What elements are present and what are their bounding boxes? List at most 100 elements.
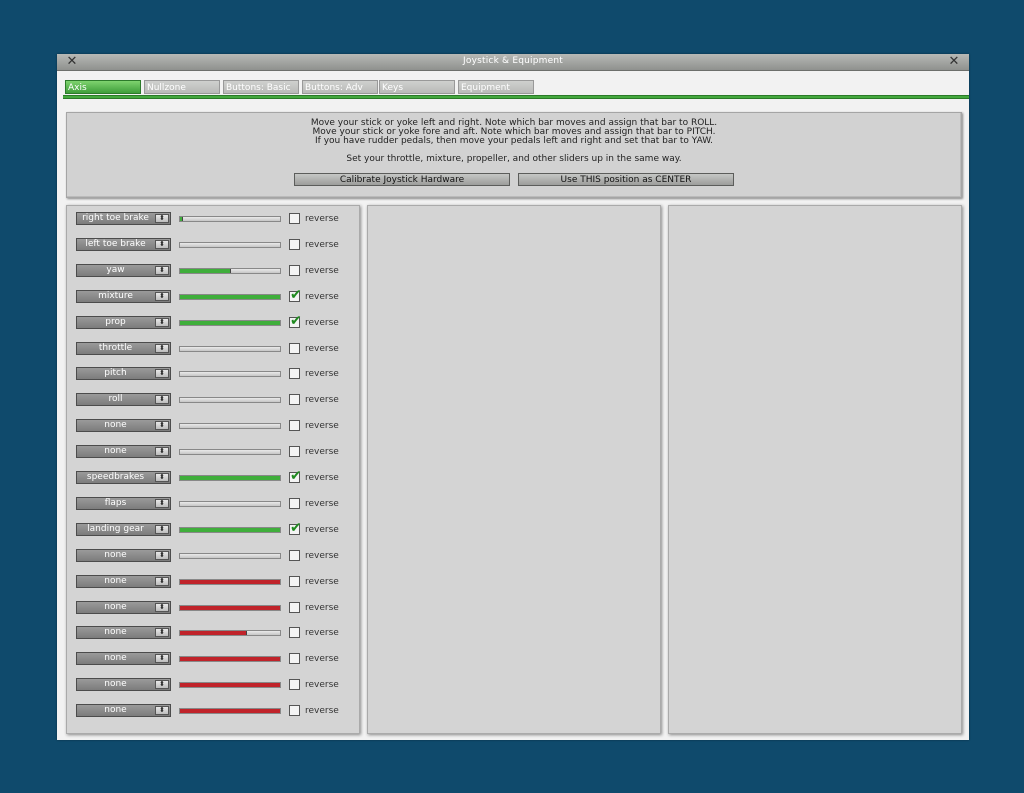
reverse-checkbox[interactable]	[289, 213, 300, 224]
axis-assignment-select[interactable]: pitch ⬍	[76, 367, 171, 381]
instruction-sliders: Set your throttle, mixture, propeller, a…	[346, 154, 682, 164]
updown-arrow-icon[interactable]: ⬍	[155, 239, 169, 249]
axis-level-bar	[179, 526, 281, 533]
reverse-label: reverse	[305, 291, 339, 302]
axis-assignment-select[interactable]: flaps ⬍	[76, 496, 171, 510]
axis-row: none ⬍ reverse	[67, 445, 339, 459]
reverse-checkbox[interactable]: ✔	[289, 288, 302, 302]
reverse-label: reverse	[305, 473, 339, 483]
reverse-label: reverse	[305, 421, 339, 432]
updown-arrow-icon[interactable]: ⬍	[155, 654, 169, 664]
axis-assignment-select[interactable]: roll ⬍	[76, 393, 171, 407]
axis-assignment-select[interactable]: throttle ⬍	[76, 341, 171, 355]
updown-arrow-icon[interactable]: ⬍	[155, 680, 169, 690]
tab-keys[interactable]: Keys	[379, 80, 455, 94]
use-center-button[interactable]: Use THIS position as CENTER	[518, 173, 734, 186]
reverse-checkbox[interactable]	[289, 575, 300, 587]
axis-assignment-select[interactable]: right toe brake ⬍	[76, 212, 171, 225]
reverse-checkbox[interactable]	[289, 238, 300, 250]
axis-assignment-select[interactable]: none ⬍	[76, 704, 171, 718]
axis-row: mixture ⬍ ✔ reverse	[67, 288, 339, 304]
updown-arrow-icon[interactable]: ⬍	[155, 265, 169, 275]
axis-row: none ⬍ reverse	[67, 419, 339, 433]
axis-level-fill	[180, 320, 280, 325]
axis-assignment-select[interactable]: mixture ⬍	[76, 289, 171, 303]
updown-arrow-icon[interactable]: ⬍	[155, 602, 169, 612]
axis-assignment-select[interactable]: none ⬍	[76, 600, 171, 614]
axis-assignment-select[interactable]: none ⬍	[76, 574, 171, 588]
updown-arrow-icon[interactable]: ⬍	[155, 550, 169, 560]
axis-level-bar	[179, 319, 281, 326]
axis-assignment-select[interactable]: speedbrakes ⬍	[76, 471, 171, 484]
updown-arrow-icon[interactable]: ⬍	[155, 524, 169, 534]
axis-assignment-label: none	[104, 420, 127, 431]
axis-level-bar	[179, 241, 281, 248]
axis-assignment-select[interactable]: prop ⬍	[76, 315, 171, 329]
reverse-checkbox[interactable]	[289, 497, 300, 509]
axis-assignment-label: flaps	[104, 497, 127, 508]
axis-assignment-select[interactable]: none ⬍	[76, 419, 171, 433]
reverse-checkbox[interactable]: ✔	[289, 314, 302, 328]
axis-level-bar	[179, 630, 281, 637]
reverse-checkbox[interactable]	[289, 420, 300, 432]
reverse-checkbox[interactable]	[289, 264, 300, 276]
axis-level-bar	[179, 475, 281, 481]
axis-level-bar	[179, 267, 281, 274]
reverse-checkbox[interactable]	[289, 368, 300, 380]
axis-level-fill	[180, 631, 247, 636]
tab-equipment[interactable]: Equipment	[458, 80, 534, 94]
tab-axis[interactable]: Axis	[65, 80, 141, 94]
reverse-checkbox[interactable]: ✔	[289, 519, 302, 536]
updown-arrow-icon[interactable]: ⬍	[155, 291, 169, 301]
updown-arrow-icon[interactable]: ⬍	[155, 706, 169, 716]
axis-row: throttle ⬍ reverse	[67, 341, 339, 356]
reverse-checkbox[interactable]	[289, 627, 300, 639]
updown-arrow-icon[interactable]: ⬍	[155, 473, 169, 482]
axis-assignment-label: mixture	[98, 290, 133, 301]
close-icon[interactable]: ✕	[946, 54, 962, 70]
updown-arrow-icon[interactable]: ⬍	[155, 498, 169, 508]
updown-arrow-icon[interactable]: ⬍	[155, 447, 169, 457]
axis-assignment-select[interactable]: none ⬍	[76, 548, 171, 562]
axis-assignment-select[interactable]: none ⬍	[76, 652, 171, 666]
updown-arrow-icon[interactable]: ⬍	[155, 214, 169, 223]
reverse-checkbox[interactable]	[289, 342, 300, 354]
axis-assignment-select[interactable]: landing gear ⬍	[76, 522, 171, 536]
axis-assignment-label: landing gear	[87, 523, 144, 534]
reverse-checkbox[interactable]: ✔	[289, 469, 302, 483]
axis-assignment-label: prop	[105, 316, 126, 327]
reverse-checkbox[interactable]	[289, 679, 300, 691]
axis-level-fill	[180, 709, 280, 714]
axis-assignment-label: none	[104, 446, 127, 457]
axis-level-bar	[179, 656, 281, 663]
reverse-checkbox[interactable]	[289, 653, 300, 665]
updown-arrow-icon[interactable]: ⬍	[155, 317, 169, 327]
reverse-checkbox[interactable]	[289, 601, 300, 613]
axis-row: none ⬍ reverse	[67, 626, 339, 640]
reverse-checkbox[interactable]	[289, 394, 300, 406]
axis-level-fill	[180, 217, 183, 221]
updown-arrow-icon[interactable]: ⬍	[155, 395, 169, 405]
axis-assignment-select[interactable]: none ⬍	[76, 626, 171, 640]
updown-arrow-icon[interactable]: ⬍	[155, 628, 169, 638]
axis-level-fill	[180, 476, 280, 480]
reverse-checkbox[interactable]	[289, 446, 300, 458]
reverse-label: reverse	[305, 447, 339, 458]
calibrate-joystick-button[interactable]: Calibrate Joystick Hardware	[294, 173, 510, 186]
axis-assignment-select[interactable]: none ⬍	[76, 445, 171, 459]
reverse-label: reverse	[305, 550, 339, 561]
reverse-label: reverse	[305, 706, 339, 717]
axis-assignment-select[interactable]: left toe brake ⬍	[76, 237, 171, 251]
tab-buttons-basic[interactable]: Buttons: Basic	[223, 80, 299, 94]
checkmark-icon: ✔	[290, 519, 302, 536]
axis-assignment-select[interactable]: yaw ⬍	[76, 263, 171, 277]
axis-assignment-select[interactable]: none ⬍	[76, 678, 171, 692]
updown-arrow-icon[interactable]: ⬍	[155, 343, 169, 353]
updown-arrow-icon[interactable]: ⬍	[155, 369, 169, 379]
tab-buttons-adv[interactable]: Buttons: Adv	[302, 80, 378, 94]
updown-arrow-icon[interactable]: ⬍	[155, 576, 169, 586]
reverse-checkbox[interactable]	[289, 705, 300, 717]
tab-nullzone[interactable]: Nullzone	[144, 80, 220, 94]
updown-arrow-icon[interactable]: ⬍	[155, 421, 169, 431]
reverse-checkbox[interactable]	[289, 549, 300, 561]
